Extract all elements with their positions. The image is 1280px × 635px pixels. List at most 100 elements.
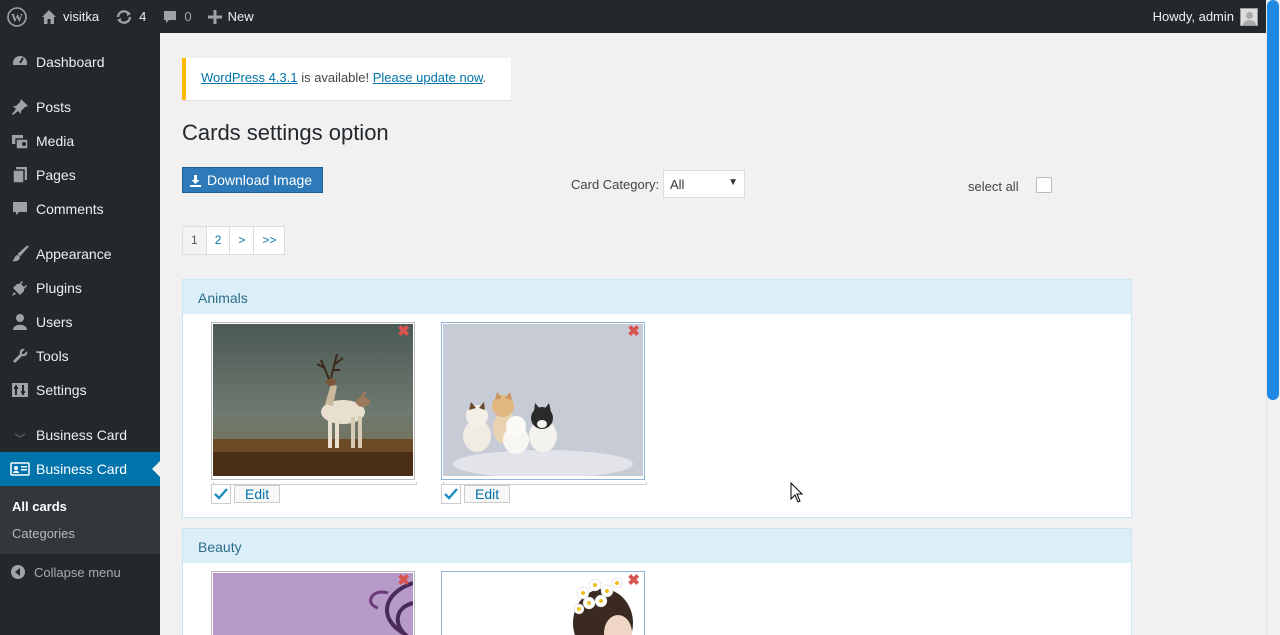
brush-icon — [10, 245, 30, 263]
card-controls: Edit — [441, 484, 511, 504]
mouse-cursor-icon — [790, 481, 804, 507]
download-image-button[interactable]: Download Image — [182, 167, 323, 193]
sidebar-item-settings[interactable]: Settings — [0, 373, 160, 407]
page-scrollbar-thumb[interactable] — [1267, 0, 1279, 400]
wordpress-logo-icon[interactable]: W — [0, 0, 33, 33]
sidebar-item-pages[interactable]: Pages — [0, 158, 160, 192]
pagination: 1 2 > >> — [182, 226, 286, 255]
update-now-link[interactable]: Please update now — [373, 70, 483, 85]
account-menu[interactable]: Howdy, admin — [1145, 0, 1266, 33]
sidebar-item-label: Users — [36, 314, 73, 330]
updates-count: 4 — [139, 9, 147, 24]
card-deer[interactable]: ✖ — [211, 322, 415, 480]
category-title: Beauty — [183, 529, 1131, 563]
sidebar-item-posts[interactable]: Posts — [0, 90, 160, 124]
card-edit-button[interactable]: Edit — [464, 485, 511, 503]
sidebar-item-label: Business Card — [36, 461, 128, 477]
settings-icon — [10, 381, 30, 399]
sidebar-item-comments[interactable]: Comments — [0, 192, 160, 226]
update-notice: WordPress 4.3.1 is available! Please upd… — [182, 58, 511, 100]
card-kittens[interactable]: ✖ — [441, 322, 645, 480]
howdy-text: Howdy, admin — [1152, 9, 1234, 24]
updates-link[interactable]: 4 — [107, 0, 154, 33]
updates-icon — [115, 9, 133, 25]
flower-woman-image: ✖ — [443, 573, 643, 635]
card-select-checkbox[interactable] — [211, 484, 231, 504]
delete-card-icon[interactable]: ✖ — [397, 324, 410, 339]
home-icon — [41, 9, 57, 25]
category-panel-beauty: Beauty ✖ ✖ — [182, 528, 1132, 635]
delete-card-icon[interactable]: ✖ — [397, 573, 410, 588]
sidebar-item-tools[interactable]: Tools — [0, 339, 160, 373]
sidebar-item-label: Pages — [36, 167, 76, 183]
site-name-link[interactable]: visitka — [33, 0, 107, 33]
sidebar-item-label: Dashboard — [36, 54, 105, 70]
dashboard-icon — [10, 53, 30, 71]
notice-end: . — [482, 70, 487, 85]
download-label: Download Image — [207, 172, 313, 188]
select-all-label: select all — [968, 179, 1019, 194]
sidebar-item-business-card-1[interactable]: Business Card — [0, 418, 160, 452]
card-category-select[interactable]: All ▼ — [663, 170, 745, 198]
notice-text: is available! — [297, 70, 373, 85]
comments-icon — [162, 9, 178, 25]
comments-link[interactable]: 0 — [154, 0, 199, 33]
pages-icon — [10, 166, 30, 184]
admin-bar: W visitka 4 0 New Howdy, admin — [0, 0, 1266, 33]
comments-count: 0 — [184, 9, 192, 24]
sidebar-item-media[interactable]: Media — [0, 124, 160, 158]
new-content-link[interactable]: New — [200, 0, 262, 33]
dropdown-arrow-icon: ▼ — [728, 177, 738, 188]
card-purple[interactable]: ✖ — [211, 571, 415, 635]
collapse-menu-button[interactable]: Collapse menu — [0, 554, 160, 590]
page-2[interactable]: 2 — [207, 227, 231, 254]
sidebar-item-label: Plugins — [36, 280, 82, 296]
sidebar-item-label: Posts — [36, 99, 72, 115]
sidebar-item-label: Comments — [36, 201, 104, 217]
submenu-categories[interactable]: Categories — [0, 520, 160, 547]
card-icon — [10, 461, 30, 477]
sidebar-item-label: Tools — [36, 348, 69, 364]
kittens-image: ✖ — [443, 324, 643, 476]
plus-icon — [207, 9, 222, 24]
sidebar-item-label: Business Card — [36, 427, 128, 443]
comment-icon — [10, 200, 30, 218]
sidebar-item-appearance[interactable]: Appearance — [0, 237, 160, 271]
category-panel-animals: Animals ✖ Edit ✖ Edit — [182, 279, 1132, 518]
download-icon — [189, 174, 202, 187]
sidebar-item-label: Settings — [36, 382, 87, 398]
card-controls: Edit — [211, 484, 281, 504]
business-card-submenu: All cards Categories — [0, 486, 160, 554]
collapse-label: Collapse menu — [34, 564, 121, 580]
purple-pattern-image: ✖ — [213, 573, 413, 635]
page-title: Cards settings option — [182, 120, 389, 145]
wordpress-version-link[interactable]: WordPress 4.3.1 — [201, 70, 298, 85]
delete-card-icon[interactable]: ✖ — [627, 324, 640, 339]
sidebar-item-label: Appearance — [36, 246, 112, 262]
site-name: visitka — [63, 9, 100, 24]
plug-icon — [10, 279, 30, 297]
card-edit-button[interactable]: Edit — [234, 485, 281, 503]
sidebar-item-plugins[interactable]: Plugins — [0, 271, 160, 305]
category-title: Animals — [183, 280, 1131, 314]
wrench-icon — [10, 347, 30, 365]
media-icon — [10, 132, 30, 150]
submenu-all-cards[interactable]: All cards — [0, 493, 160, 520]
new-label: New — [227, 9, 254, 24]
sidebar-item-business-card-2[interactable]: Business Card — [0, 452, 160, 486]
select-all-checkbox[interactable] — [1036, 177, 1052, 193]
user-icon — [10, 313, 30, 331]
deer-image: ✖ — [213, 324, 413, 476]
pin-icon — [10, 98, 30, 116]
card-flower-woman[interactable]: ✖ — [441, 571, 645, 635]
delete-card-icon[interactable]: ✖ — [627, 573, 640, 588]
page-next[interactable]: > — [230, 227, 255, 254]
collapse-icon — [10, 564, 26, 580]
sidebar-item-dashboard[interactable]: Dashboard — [0, 45, 160, 79]
page-last[interactable]: >> — [254, 227, 284, 254]
card-select-checkbox[interactable] — [441, 484, 461, 504]
avatar — [1240, 7, 1258, 26]
card-category-label: Card Category: — [571, 177, 660, 192]
page-1[interactable]: 1 — [183, 227, 207, 254]
sidebar-item-users[interactable]: Users — [0, 305, 160, 339]
